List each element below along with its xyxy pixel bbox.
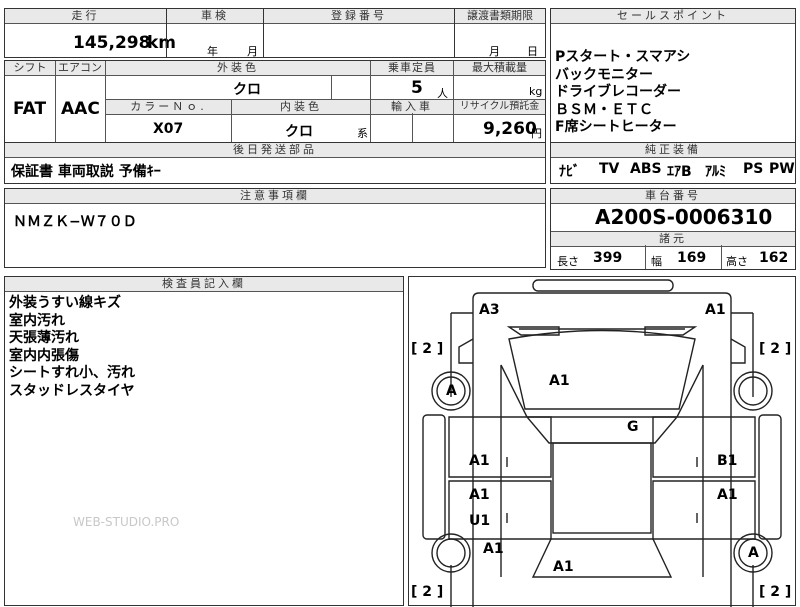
load-unit: kg bbox=[529, 85, 543, 98]
sales-point-line: ドライブレコーダー bbox=[555, 84, 681, 100]
inspector-note: スタッドレスタイヤ bbox=[9, 382, 135, 399]
height-value: 162 bbox=[759, 250, 789, 266]
length-label: 長さ bbox=[557, 255, 579, 268]
equipment-item: ｴｱB bbox=[667, 164, 692, 180]
sales-points-header: セールスポイント bbox=[551, 9, 795, 24]
car-diagram-box: A3 A1 A1 G A1 B1 A1 A1 U1 A1 A1 A A [ 2 … bbox=[408, 276, 796, 607]
equipment-item: PS bbox=[743, 161, 764, 177]
interior-color-value: クロ bbox=[285, 124, 313, 140]
chassis-header: 車台番号 bbox=[551, 189, 795, 204]
transfer-header: 譲渡書類期限 bbox=[455, 9, 545, 24]
color-no-value: X07 bbox=[153, 121, 184, 137]
inspection-header: 車検 bbox=[167, 9, 263, 24]
damage-code: A1 bbox=[705, 302, 726, 318]
tire-tread-bracket: [ 2 ] bbox=[411, 341, 444, 357]
equipment-header: 純正装備 bbox=[551, 143, 795, 158]
recycle-header: リサイクル預託金 bbox=[454, 99, 545, 115]
damage-code: A1 bbox=[717, 487, 738, 503]
width-label: 幅 bbox=[651, 255, 662, 268]
damage-code: A1 bbox=[469, 487, 490, 503]
recycle-value: 9,260 bbox=[483, 119, 537, 139]
recycle-unit: 円 bbox=[531, 127, 542, 140]
notes-value: ＮＭＺＫ−Ｗ７０Ｄ bbox=[13, 214, 137, 230]
notes-header: 注意事項欄 bbox=[5, 189, 545, 204]
aircon-value: AAC bbox=[61, 99, 100, 119]
watermark: WEB-STUDIO.PRO bbox=[73, 515, 180, 529]
tire-code: A bbox=[446, 383, 457, 399]
damage-code: A1 bbox=[469, 453, 490, 469]
tire-code: A bbox=[748, 545, 759, 561]
inspector-note: 室内汚れ bbox=[9, 312, 65, 329]
mileage-value: 145,298 bbox=[73, 33, 151, 53]
registration-cell: 登録番号 bbox=[263, 8, 455, 58]
sales-point-line: Pスタート・スマアシ bbox=[555, 49, 691, 65]
inspector-box: 検査員記入欄 外装うすい線キズ 室内汚れ 天張薄汚れ 室内内張傷 シートすれ小、… bbox=[4, 276, 404, 606]
damage-code: A1 bbox=[549, 373, 570, 389]
inspection-cell: 車検 年 月 bbox=[166, 8, 264, 58]
load-header: 最大積載量 bbox=[454, 61, 545, 76]
damage-code: B1 bbox=[717, 453, 738, 469]
car-body-outline bbox=[422, 279, 782, 607]
shift-value: FAT bbox=[13, 99, 47, 119]
transfer-day: 日 bbox=[527, 45, 538, 58]
capacity-header: 乗車定員 bbox=[371, 61, 453, 76]
color-no-header: カラーＮｏ. bbox=[106, 99, 231, 115]
inspector-note: 天張薄汚れ bbox=[9, 330, 79, 346]
sales-point-line: F席シートヒーター bbox=[555, 119, 677, 135]
sales-points-box: セールスポイント Pスタート・スマアシ バックモニター ドライブレコーダー ＢＳ… bbox=[550, 8, 796, 144]
equipment-item: ABS bbox=[630, 161, 662, 177]
tire-tread-bracket: [ 2 ] bbox=[759, 584, 792, 600]
aircon-header: エアコン bbox=[55, 61, 105, 76]
chassis-value: A200S-0006310 bbox=[595, 205, 773, 229]
notes-box: 注意事項欄 ＮＭＺＫ−Ｗ７０Ｄ bbox=[4, 188, 546, 268]
equipment-box: 純正装備 ﾅﾋﾞ TV ABS ｴｱB ｱﾙﾐ PS PW bbox=[550, 142, 796, 184]
tire-tread-bracket: [ 2 ] bbox=[411, 584, 444, 600]
mileage-header: 走行 bbox=[5, 9, 166, 24]
inspection-year: 年 bbox=[207, 45, 218, 58]
accessories-value: 保証書 車両取説 予備ｷｰ bbox=[11, 164, 161, 180]
length-value: 399 bbox=[593, 250, 623, 266]
exterior-color-header: 外装色 bbox=[106, 61, 370, 76]
vehicle-details-table: シフト エアコン FAT AAC 外装色 クロ 乗車定員 5 人 最大積載量 k… bbox=[4, 60, 546, 143]
inspector-header: 検査員記入欄 bbox=[5, 277, 403, 292]
interior-color-header: 内装色 bbox=[231, 99, 370, 115]
accessories-header: 後日発送部品 bbox=[5, 143, 545, 158]
exterior-color-value: クロ bbox=[233, 82, 261, 98]
tire-tread-bracket: [ 2 ] bbox=[759, 341, 792, 357]
interior-color-unit: 系 bbox=[357, 127, 368, 140]
inspector-note: シートすれ小、汚れ bbox=[9, 365, 135, 381]
damage-code: A3 bbox=[479, 302, 500, 318]
equipment-item: PW bbox=[769, 161, 795, 177]
equipment-item: TV bbox=[599, 161, 620, 177]
sales-point-line: バックモニター bbox=[555, 66, 653, 83]
inspection-month: 月 bbox=[247, 45, 258, 58]
damage-code: G bbox=[627, 419, 639, 435]
damage-code: A1 bbox=[483, 541, 504, 557]
transfer-month: 月 bbox=[489, 45, 500, 58]
transfer-cell: 譲渡書類期限 月 日 bbox=[454, 8, 546, 58]
capacity-value: 5 bbox=[411, 78, 423, 98]
chassis-box: 車台番号 A200S-0006310 諸元 長さ 399 幅 169 高さ 16… bbox=[550, 188, 796, 270]
equipment-item: ｱﾙﾐ bbox=[705, 164, 726, 180]
sales-point-line: ＢＳＭ・ＥＴＣ bbox=[555, 101, 653, 118]
accessories-box: 後日発送部品 保証書 車両取説 予備ｷｰ bbox=[4, 142, 546, 184]
shift-header: シフト bbox=[5, 61, 55, 76]
inspector-note: 外装うすい線キズ bbox=[9, 295, 121, 311]
spec-header: 諸元 bbox=[551, 231, 795, 247]
inspector-note: 室内内張傷 bbox=[9, 347, 79, 364]
mileage-cell: 走行 145,298 km bbox=[4, 8, 176, 58]
equipment-item: ﾅﾋﾞ bbox=[559, 164, 580, 180]
damage-code: A1 bbox=[553, 559, 574, 575]
registration-header: 登録番号 bbox=[264, 9, 454, 24]
height-label: 高さ bbox=[726, 255, 748, 268]
width-value: 169 bbox=[677, 250, 707, 266]
damage-code: U1 bbox=[469, 513, 491, 529]
